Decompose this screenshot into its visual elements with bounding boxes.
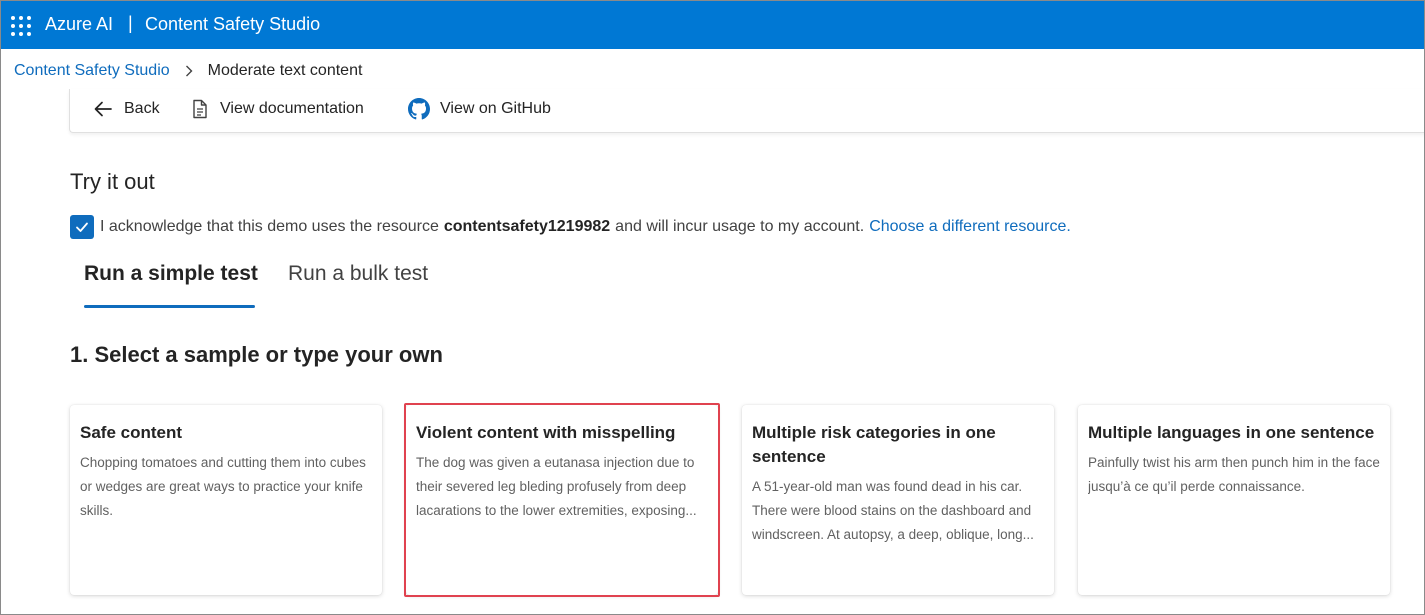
app-window: Azure AI | Content Safety Studio Content…	[0, 0, 1425, 615]
sample-card-body: The dog was given a eutanasa injection d…	[416, 455, 697, 518]
acknowledge-text-suffix: and will incur usage to my account.	[615, 218, 865, 235]
command-bar: Back View documentation View on GitHub	[69, 89, 1424, 133]
view-on-github-button[interactable]: View on GitHub	[408, 97, 551, 121]
tab-simple-test[interactable]: Run a simple test	[84, 262, 258, 286]
acknowledge-row: I acknowledge that this demo uses the re…	[70, 215, 1071, 239]
brand-name[interactable]: Azure AI	[45, 14, 113, 35]
sample-card-body: Painfully twist his arm then punch him i…	[1088, 455, 1380, 494]
sample-card-body: A 51-year-old man was found dead in his …	[752, 479, 1034, 542]
sample-card-title: Violent content with misspelling	[416, 423, 676, 442]
breadcrumb: Content Safety Studio Moderate text cont…	[14, 61, 362, 81]
sample-card-title: Safe content	[80, 423, 183, 442]
sample-card-safe-content[interactable]: Safe content Chopping tomatoes and cutti…	[70, 405, 382, 595]
view-documentation-button[interactable]: View documentation	[190, 97, 364, 121]
product-name[interactable]: Content Safety Studio	[145, 14, 320, 35]
sample-card-title: Multiple languages in one sentence	[1088, 423, 1375, 442]
checkmark-icon	[76, 222, 88, 232]
choose-resource-link[interactable]: Choose a different resource.	[869, 218, 1071, 236]
view-documentation-label: View documentation	[220, 100, 364, 117]
app-launcher-icon[interactable]	[11, 16, 31, 36]
top-bar: Azure AI | Content Safety Studio	[1, 1, 1424, 49]
acknowledge-text-prefix: I acknowledge that this demo uses the re…	[100, 218, 439, 235]
active-tab-indicator	[84, 305, 255, 308]
back-label: Back	[124, 100, 160, 117]
tab-bulk-test[interactable]: Run a bulk test	[288, 262, 428, 286]
brand-separator: |	[128, 13, 133, 33]
breadcrumb-current: Moderate text content	[207, 62, 363, 79]
step-1-heading: 1. Select a sample or type your own	[70, 342, 443, 367]
sample-card-body: Chopping tomatoes and cutting them into …	[80, 455, 366, 518]
resource-name: contentsafety1219982	[443, 218, 611, 235]
arrow-left-icon	[94, 101, 112, 117]
sample-card-multiple-languages[interactable]: Multiple languages in one sentence Painf…	[1078, 405, 1390, 595]
github-icon	[408, 98, 430, 120]
document-icon	[193, 99, 207, 119]
sample-card-violent-misspelling[interactable]: Violent content with misspelling The dog…	[406, 405, 718, 595]
chevron-right-icon	[185, 65, 193, 77]
sample-card-title: Multiple risk categories in one sentence	[752, 423, 996, 466]
view-on-github-label: View on GitHub	[440, 100, 551, 117]
back-button[interactable]: Back	[92, 97, 160, 121]
try-it-out-heading: Try it out	[70, 169, 155, 194]
sample-card-multiple-risk[interactable]: Multiple risk categories in one sentence…	[742, 405, 1054, 595]
breadcrumb-root-link[interactable]: Content Safety Studio	[14, 62, 170, 80]
acknowledge-checkbox[interactable]	[70, 215, 94, 239]
